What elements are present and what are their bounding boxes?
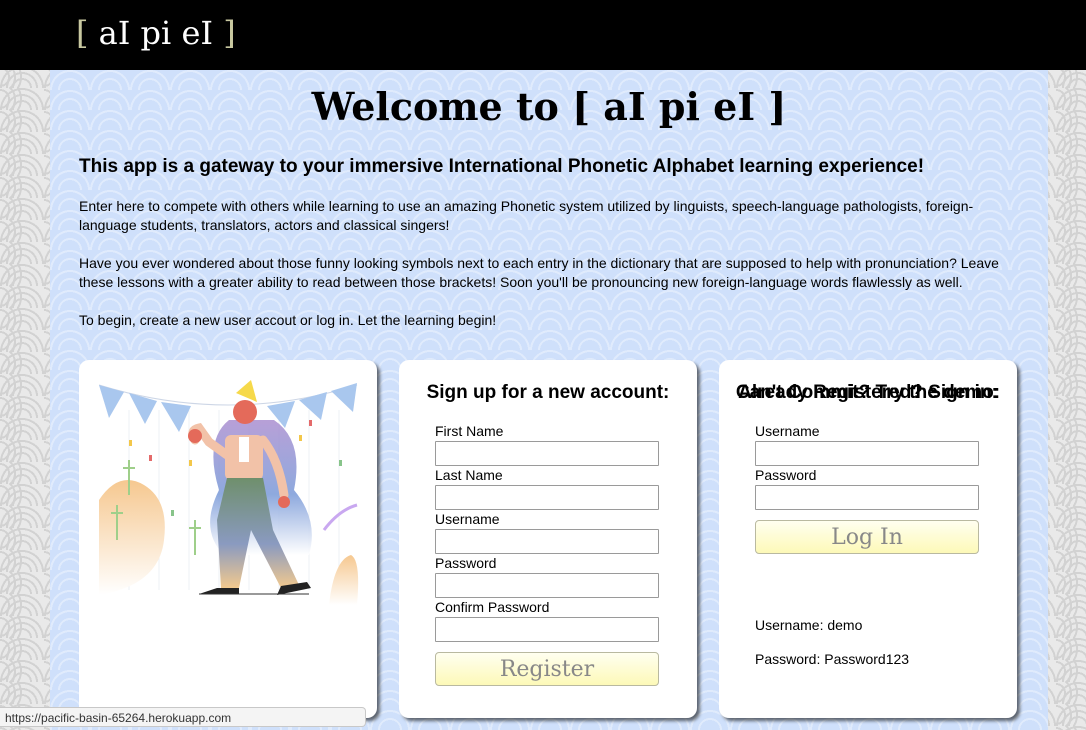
- logo-text: aI pi eI: [88, 14, 224, 52]
- logo-bracket-open: [: [76, 14, 89, 52]
- last-name-label: Last Name: [435, 467, 503, 483]
- navbar: [ aI pi eI ]: [0, 0, 1086, 70]
- register-button[interactable]: Register: [435, 652, 659, 686]
- confirm-password-label: Confirm Password: [435, 599, 550, 615]
- main-panel: Welcome to [ aI pi eI ] This app is a ga…: [50, 70, 1048, 730]
- signup-password-label: Password: [435, 555, 497, 571]
- confirm-password-input[interactable]: [435, 617, 659, 642]
- intro-paragraph-3: To begin, create a new user accout or lo…: [79, 312, 497, 328]
- signup-username-label: Username: [435, 511, 500, 527]
- intro-paragraph-1: Enter here to compete with others while …: [79, 198, 974, 233]
- last-name-input[interactable]: [435, 485, 659, 510]
- signup-password-input[interactable]: [435, 573, 659, 598]
- signin-password-label: Password: [755, 467, 817, 483]
- page-subtitle: This app is a gateway to your immersive …: [79, 156, 925, 177]
- demo-username-text: Username: demo: [755, 617, 863, 633]
- login-button[interactable]: Log In: [755, 520, 979, 554]
- signup-heading: Sign up for a new account:: [426, 382, 670, 403]
- celebrating-person-illustration-icon: [99, 380, 359, 605]
- demo-password-text: Password: Password123: [755, 651, 910, 667]
- browser-status-url: https://pacific-basin-65264.herokuapp.co…: [0, 707, 366, 727]
- demo-heading: Can't Commit? Try the demo:: [735, 382, 1001, 403]
- site-logo[interactable]: [ aI pi eI ]: [76, 14, 236, 52]
- first-name-input[interactable]: [435, 441, 659, 466]
- signup-username-input[interactable]: [435, 529, 659, 554]
- signin-card: Already Registered? Sign in: Username Pa…: [719, 360, 1017, 718]
- first-name-label: First Name: [435, 423, 504, 439]
- page-title: Welcome to [ aI pi eI ]: [311, 84, 787, 129]
- signin-username-label: Username: [755, 423, 820, 439]
- intro-paragraph-2: Have you ever wondered about those funny…: [79, 255, 999, 290]
- signup-card: Sign up for a new account: First Name La…: [399, 360, 697, 718]
- logo-bracket-close: ]: [223, 14, 236, 52]
- illustration-card: [79, 360, 377, 718]
- signin-username-input[interactable]: [755, 441, 979, 466]
- signin-password-input[interactable]: [755, 485, 979, 510]
